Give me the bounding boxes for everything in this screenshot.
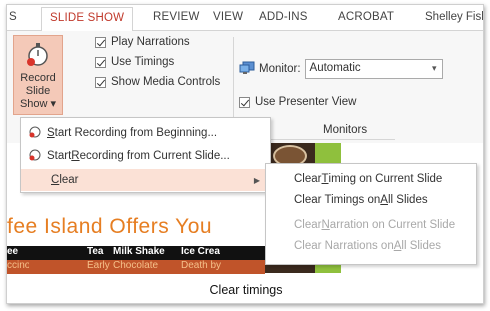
checkbox-checked-icon xyxy=(239,96,250,108)
table-header-cell: Milk Shake xyxy=(113,246,165,257)
user-name[interactable]: Shelley Fish xyxy=(425,11,483,23)
show-media-controls-checkbox[interactable]: Show Media Controls xyxy=(95,73,220,91)
table-cell: Early Grey xyxy=(87,260,113,271)
table-cell: ccino xyxy=(7,260,29,271)
menu-item-start-from-current[interactable]: Start Recording from Current Slide... xyxy=(21,145,270,167)
table-cell: Chocolate xyxy=(113,260,159,271)
monitor-dropdown[interactable]: Automatic ▾ xyxy=(304,59,443,79)
menu-item-clear[interactable]: Clear ▶ xyxy=(21,169,270,191)
tab-partial[interactable]: S xyxy=(9,11,17,31)
record-from-current-icon xyxy=(21,148,47,164)
menu-item-start-from-beginning[interactable]: Start Recording from Beginning... xyxy=(21,122,270,144)
table-header-cell: Tea xyxy=(87,246,104,257)
submenu-item-clear-narration-current: Clear Narration on Current Slide xyxy=(294,218,456,231)
submenu-arrow-icon: ▶ xyxy=(253,175,260,185)
table-cell: Death by xyxy=(181,260,222,271)
record-slide-show-menu: Start Recording from Beginning... Start … xyxy=(20,117,271,193)
submenu-item-clear-timing-current[interactable]: Clear Timing on Current Slide xyxy=(266,168,476,189)
record-slide-show-button[interactable]: Record Slide Show ▾ xyxy=(13,35,63,115)
use-presenter-view-checkbox[interactable]: Use Presenter View xyxy=(239,93,356,111)
tab-view[interactable]: VIEW xyxy=(213,11,243,31)
app-window: S SLIDE SHOW REVIEW VIEW ADD-INS ACROBAT… xyxy=(6,4,484,304)
checkbox-checked-icon xyxy=(95,76,106,88)
use-timings-checkbox[interactable]: Use Timings xyxy=(95,53,174,71)
submenu-item-clear-narrations-all: Clear Narrations on All Slides xyxy=(294,239,442,252)
tab-review[interactable]: REVIEW xyxy=(153,11,200,31)
ribbon-tab-bar: S SLIDE SHOW REVIEW VIEW ADD-INS ACROBAT… xyxy=(7,5,483,32)
record-from-beginning-icon xyxy=(21,125,47,141)
slide-menu-table: ee Tea Milk Shake Ice Crea ccino Early G… xyxy=(7,246,265,274)
play-narrations-checkbox[interactable]: Play Narrations xyxy=(95,33,190,51)
tab-add-ins[interactable]: ADD-INS xyxy=(259,11,308,31)
clear-submenu: Clear Timing on Current Slide Clear Timi… xyxy=(265,163,477,265)
tab-slide-show[interactable]: SLIDE SHOW xyxy=(41,7,134,32)
record-slide-show-label: Record Slide Show ▾ xyxy=(19,72,57,110)
table-header-row: ee Tea Milk Shake Ice Crea xyxy=(7,246,265,260)
checkbox-checked-icon xyxy=(95,56,106,68)
tab-acrobat[interactable]: ACROBAT xyxy=(338,11,394,31)
figure-caption: Clear timings xyxy=(209,283,283,297)
table-header-cell: ee xyxy=(7,246,19,257)
slide-title: fee Island Offers You xyxy=(7,215,213,238)
monitor-label: Monitor: xyxy=(259,63,301,75)
monitors-group-label: Monitors xyxy=(323,124,368,136)
checkbox-checked-icon xyxy=(95,36,106,48)
monitor-row: Monitor: Automatic ▾ xyxy=(239,59,443,79)
stopwatch-icon xyxy=(24,40,52,68)
table-header-cell: Ice Crea xyxy=(181,246,220,257)
table-row: ccino Early Grey Chocolate Death by xyxy=(7,260,265,274)
chevron-down-icon: ▾ xyxy=(432,63,437,73)
monitor-icon xyxy=(239,61,255,78)
submenu-item-clear-timings-all[interactable]: Clear Timings on All Slides xyxy=(266,189,476,210)
